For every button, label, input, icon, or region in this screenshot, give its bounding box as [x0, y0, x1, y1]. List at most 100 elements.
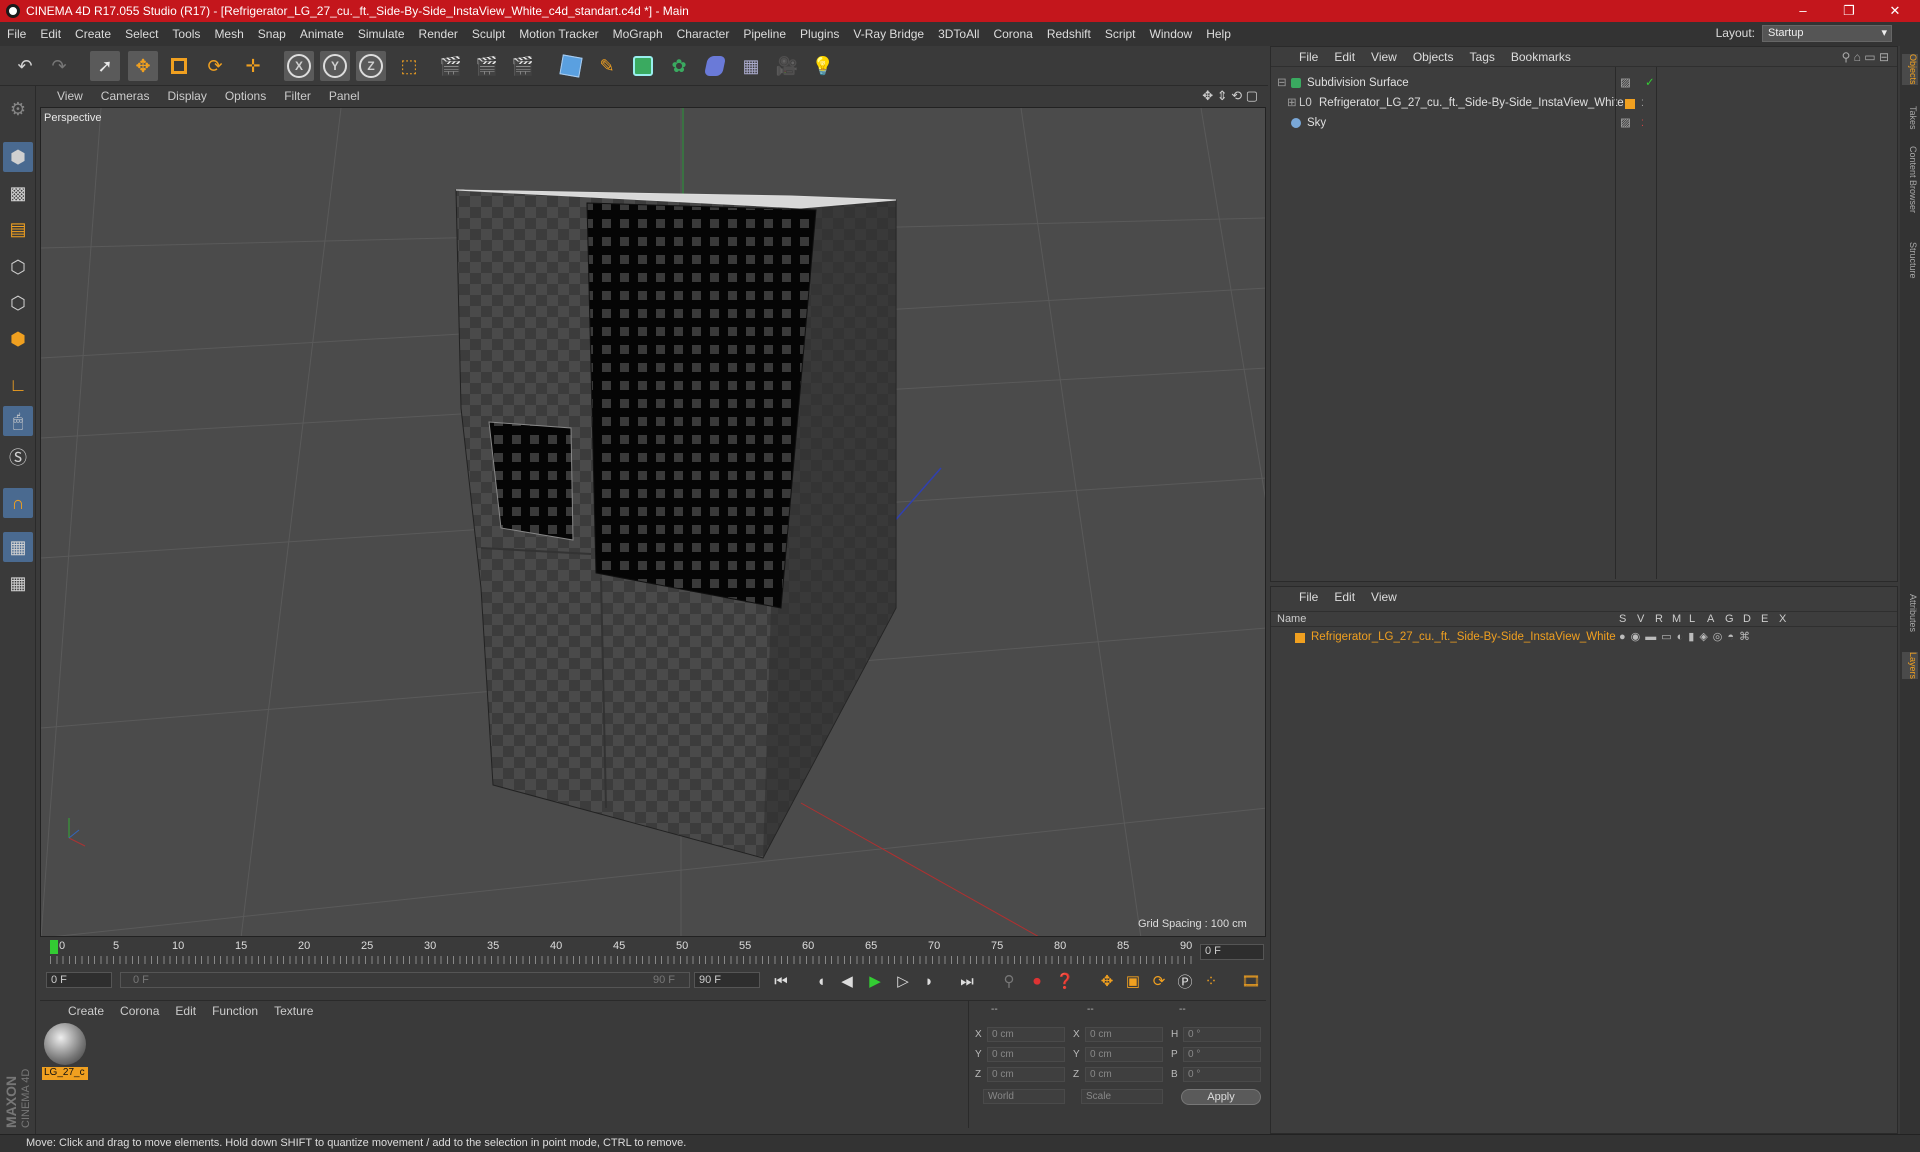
- material-menu-function[interactable]: Function: [204, 1004, 266, 1018]
- pen-spline-button[interactable]: ✎: [592, 51, 622, 81]
- previous-key-button[interactable]: ◖: [808, 968, 834, 994]
- viewport-menu-options[interactable]: Options: [216, 89, 275, 103]
- tab-takes[interactable]: Takes: [1902, 106, 1918, 130]
- end-frame-field[interactable]: 90 F: [694, 972, 760, 988]
- layer-flag-icons[interactable]: ●◉▬▭◐▮◈◎◓⌘: [1619, 630, 1755, 643]
- points-mode-button[interactable]: ⬡: [3, 252, 33, 282]
- range-slider[interactable]: 0 F 90 F: [120, 972, 690, 988]
- floor-button[interactable]: ▦: [736, 51, 766, 81]
- viewport-navigation-icons[interactable]: ✥ ⇕ ⟲ ▢: [1202, 88, 1258, 104]
- menu-motion-tracker[interactable]: Motion Tracker: [512, 27, 605, 41]
- menu-character[interactable]: Character: [670, 27, 737, 41]
- light-button[interactable]: 💡: [808, 51, 838, 81]
- material-menu-edit[interactable]: Edit: [167, 1004, 204, 1018]
- auto-keying-button[interactable]: ❓: [1052, 968, 1078, 994]
- 3d-viewport[interactable]: [40, 107, 1266, 937]
- menu-file[interactable]: File: [0, 27, 33, 41]
- close-button[interactable]: ✕: [1872, 0, 1918, 22]
- render-settings-button[interactable]: 🎬: [508, 51, 538, 81]
- menu-render[interactable]: Render: [412, 27, 465, 41]
- menu-help[interactable]: Help: [1199, 27, 1238, 41]
- workplane-align-button[interactable]: ▦: [3, 568, 33, 598]
- z-axis-button[interactable]: Z: [356, 51, 386, 81]
- layer-col-a[interactable]: A: [1707, 613, 1714, 625]
- cloner-button[interactable]: ✿: [664, 51, 694, 81]
- rotation-p-field[interactable]: 0 °: [1183, 1047, 1261, 1062]
- apply-button[interactable]: Apply: [1181, 1089, 1261, 1105]
- go-to-end-button[interactable]: ⏭: [954, 968, 980, 994]
- viewport-menu-display[interactable]: Display: [158, 89, 215, 103]
- record-button[interactable]: ⏺: [1024, 968, 1050, 994]
- menu-select[interactable]: Select: [118, 27, 165, 41]
- current-frame-field[interactable]: 0 F: [1200, 944, 1264, 960]
- live-selection-button[interactable]: ➚: [90, 51, 120, 81]
- layer-col-l[interactable]: L: [1689, 613, 1695, 625]
- position-y-field[interactable]: 0 cm: [987, 1047, 1065, 1062]
- cube-primitive-button[interactable]: [556, 51, 586, 81]
- key-rotation-button[interactable]: ⟳: [1146, 968, 1172, 994]
- layer-menu-file[interactable]: File: [1291, 590, 1326, 604]
- menu-simulate[interactable]: Simulate: [351, 27, 412, 41]
- menu-edit[interactable]: Edit: [33, 27, 68, 41]
- refrigerator-model[interactable]: [455, 189, 897, 859]
- collapse-icon[interactable]: ⊟: [1277, 73, 1287, 93]
- make-editable-button[interactable]: ⚙: [3, 94, 33, 124]
- coordinate-system-button[interactable]: ⬚: [394, 51, 424, 81]
- next-frame-button[interactable]: ▷: [890, 968, 916, 994]
- size-x-field[interactable]: 0 cm: [1085, 1027, 1163, 1042]
- menu-mograph[interactable]: MoGraph: [606, 27, 670, 41]
- object-menu-objects[interactable]: Objects: [1405, 50, 1462, 64]
- previous-frame-button[interactable]: ◀: [834, 968, 860, 994]
- layer-col-s[interactable]: S: [1619, 613, 1626, 625]
- axis-mode-button[interactable]: ∟: [3, 370, 33, 400]
- menu-create[interactable]: Create: [68, 27, 118, 41]
- render-view-button[interactable]: 🎬: [436, 51, 466, 81]
- workplane-lock-button[interactable]: ▦: [3, 532, 33, 562]
- maximize-button[interactable]: ❐: [1826, 0, 1872, 22]
- undo-button[interactable]: ↶: [10, 51, 40, 81]
- subdivision-button[interactable]: [628, 51, 658, 81]
- size-z-field[interactable]: 0 cm: [1085, 1067, 1163, 1082]
- redo-button[interactable]: ↷: [44, 51, 74, 81]
- play-button[interactable]: ▶: [862, 968, 888, 994]
- menu-redshift[interactable]: Redshift: [1040, 27, 1098, 41]
- expand-icon[interactable]: ⊞: [1287, 93, 1297, 113]
- timeline-window-button[interactable]: 🎞: [1238, 968, 1264, 994]
- check-icon[interactable]: ✓: [1645, 73, 1655, 93]
- position-z-field[interactable]: 0 cm: [987, 1067, 1065, 1082]
- timeline-ruler[interactable]: 0 5 10 15 20 25 30 35 40 45 50 55 60 65 …: [40, 938, 1266, 966]
- material-menu-texture[interactable]: Texture: [266, 1004, 321, 1018]
- coordinate-mode-select[interactable]: World: [983, 1089, 1065, 1104]
- menu-tools[interactable]: Tools: [165, 27, 207, 41]
- visibility-dots[interactable]: ▨: [1620, 113, 1631, 133]
- menu-vray-bridge[interactable]: V-Ray Bridge: [846, 27, 931, 41]
- object-row[interactable]: ⊟ Subdivision Surface ▨ ✓: [1271, 73, 1897, 93]
- visibility-dots[interactable]: ⁚: [1641, 93, 1644, 113]
- next-key-button[interactable]: ◗: [916, 968, 942, 994]
- visibility-dots[interactable]: ▨: [1620, 73, 1631, 93]
- menu-snap[interactable]: Snap: [251, 27, 293, 41]
- scale-tool-button[interactable]: [164, 51, 194, 81]
- camera-button[interactable]: 🎥: [772, 51, 802, 81]
- snap-button[interactable]: ∩: [3, 488, 33, 518]
- x-axis-button[interactable]: X: [284, 51, 314, 81]
- move-tool-button[interactable]: ✥: [128, 51, 158, 81]
- key-parameter-button[interactable]: Ⓟ: [1172, 968, 1198, 994]
- workplane-mode-button[interactable]: ▤: [3, 214, 33, 244]
- tweak-mode-button[interactable]: 🖱: [3, 406, 33, 436]
- menu-animate[interactable]: Animate: [293, 27, 351, 41]
- go-to-start-button[interactable]: ⏮: [768, 968, 794, 994]
- layer-color-swatch[interactable]: [1625, 99, 1635, 109]
- menu-mesh[interactable]: Mesh: [207, 27, 250, 41]
- menu-3dtoall[interactable]: 3DToAll: [931, 27, 986, 41]
- material-name-label[interactable]: LG_27_c: [42, 1067, 88, 1080]
- layer-col-x[interactable]: X: [1779, 613, 1786, 625]
- object-row[interactable]: Sky ▨ ⁚: [1271, 113, 1897, 133]
- object-menu-edit[interactable]: Edit: [1326, 50, 1363, 64]
- menu-plugins[interactable]: Plugins: [793, 27, 846, 41]
- playhead[interactable]: [50, 940, 58, 954]
- tab-content-browser[interactable]: Content Browser: [1902, 146, 1918, 213]
- last-tool-button[interactable]: ✛: [238, 51, 268, 81]
- layer-col-r[interactable]: R: [1655, 613, 1663, 625]
- key-scale-button[interactable]: ▣: [1120, 968, 1146, 994]
